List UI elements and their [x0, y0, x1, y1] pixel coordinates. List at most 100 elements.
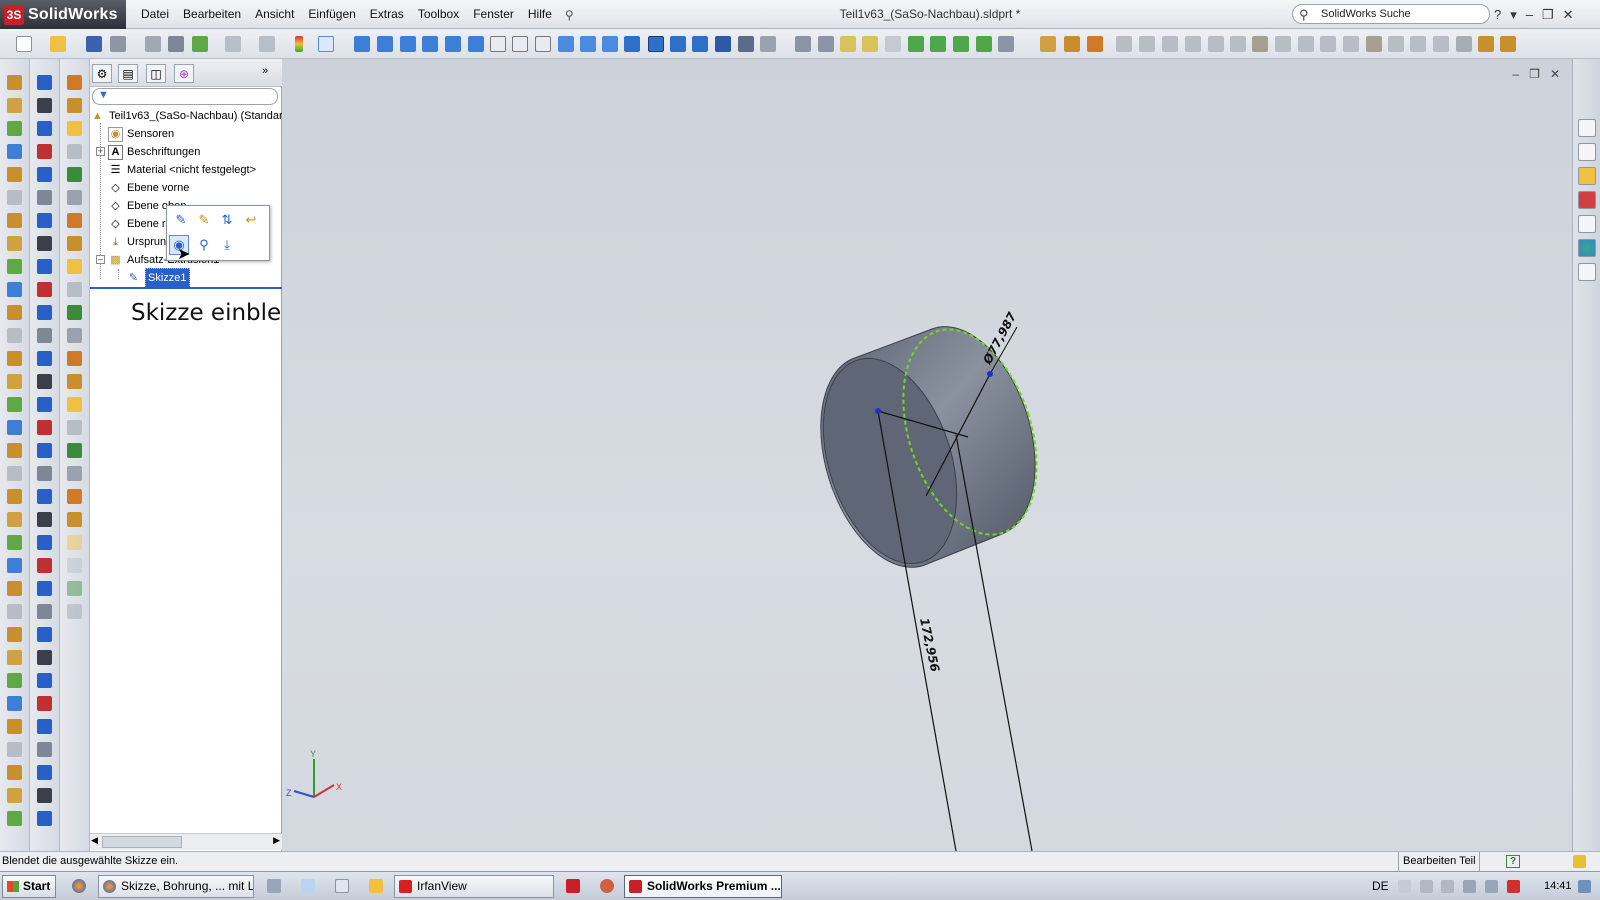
- scroll-right-icon[interactable]: ▶: [273, 835, 280, 846]
- document-icon[interactable]: [335, 879, 349, 893]
- sketch-tool-icon[interactable]: [37, 650, 52, 665]
- sketch-point[interactable]: [875, 408, 881, 414]
- utility-tool-icon[interactable]: [67, 190, 82, 205]
- tab-feature-manager[interactable]: ⚙: [92, 64, 112, 83]
- custom-properties-icon[interactable]: [1578, 263, 1596, 281]
- feature-tool-icon[interactable]: [7, 788, 22, 803]
- select-icon[interactable]: [318, 36, 334, 52]
- utility-tool-icon[interactable]: [67, 535, 82, 550]
- feature-tool-icon[interactable]: [7, 512, 22, 527]
- axes-icon[interactable]: [840, 36, 856, 52]
- sketch-tool-icon[interactable]: [37, 512, 52, 527]
- start-button[interactable]: Start: [2, 875, 56, 898]
- shell-icon[interactable]: [1185, 36, 1201, 52]
- edit-sketch-icon[interactable]: ✎: [194, 210, 214, 230]
- rebuild-status-icon[interactable]: [1573, 855, 1586, 868]
- sketch-tool-icon[interactable]: [37, 719, 52, 734]
- tray-antivirus-icon[interactable]: [1507, 880, 1520, 893]
- appearance-icon[interactable]: [715, 36, 731, 52]
- mirror-icon[interactable]: [1298, 36, 1314, 52]
- notepad-icon[interactable]: [301, 879, 315, 893]
- sketch-tool-icon[interactable]: [37, 466, 52, 481]
- menu-einfuegen[interactable]: Einfügen: [301, 0, 362, 29]
- sketch-tool-icon[interactable]: [37, 443, 52, 458]
- solidworks-resources-icon[interactable]: [1578, 119, 1596, 137]
- feature-extrude-icon[interactable]: [1040, 36, 1056, 52]
- utility-tool-icon[interactable]: [67, 121, 82, 136]
- sketch-tool-icon[interactable]: [37, 259, 52, 274]
- curves-icon[interactable]: [976, 36, 992, 52]
- utility-tool-icon[interactable]: [67, 512, 82, 527]
- tree-root[interactable]: ▲ Teil1v63_(SaSo-Nachbau) (Standard: [90, 107, 289, 125]
- close-button[interactable]: ✕: [1563, 7, 1574, 23]
- feature-tool-icon[interactable]: [7, 98, 22, 113]
- shaded-edges-icon[interactable]: [580, 36, 596, 52]
- feature-tool-icon[interactable]: [7, 236, 22, 251]
- tray-network-icon[interactable]: [1463, 880, 1476, 893]
- sketch-tool-icon[interactable]: [37, 788, 52, 803]
- sketch-tool-icon[interactable]: [37, 190, 52, 205]
- sketch-tool-icon[interactable]: [37, 420, 52, 435]
- utility-tool-icon[interactable]: [67, 282, 82, 297]
- utility-tool-icon[interactable]: [67, 581, 82, 596]
- utility-tool-icon[interactable]: [67, 213, 82, 228]
- new-document-icon[interactable]: [16, 36, 32, 52]
- annotations-toggle-icon[interactable]: [953, 36, 969, 52]
- draft-icon[interactable]: [1208, 36, 1224, 52]
- save-icon[interactable]: [86, 36, 102, 52]
- view-front-icon[interactable]: [354, 36, 370, 52]
- menu-ansicht[interactable]: Ansicht: [248, 0, 301, 29]
- shaded-icon[interactable]: [558, 36, 574, 52]
- feature-tool-icon[interactable]: [7, 742, 22, 757]
- zoom-to-selection-icon[interactable]: ⚲: [194, 235, 214, 255]
- planes-icon[interactable]: [862, 36, 878, 52]
- feature-tool-icon[interactable]: [7, 167, 22, 182]
- section-props-icon[interactable]: [1410, 36, 1426, 52]
- feature-tool-icon[interactable]: [7, 673, 22, 688]
- tray-expand-icon[interactable]: [1398, 880, 1411, 893]
- feature-tool-icon[interactable]: [7, 259, 22, 274]
- utility-tool-icon[interactable]: [67, 328, 82, 343]
- rebuild-icon[interactable]: [192, 36, 208, 52]
- feature-tool-icon[interactable]: [7, 466, 22, 481]
- sketch-tool-icon[interactable]: [37, 305, 52, 320]
- points-icon[interactable]: [885, 36, 901, 52]
- feature-tool-icon[interactable]: [7, 213, 22, 228]
- feature-tool-icon[interactable]: [7, 719, 22, 734]
- tab-property-manager[interactable]: ▤: [118, 64, 138, 83]
- view-dimetric-icon[interactable]: [535, 36, 551, 52]
- task-irfanview[interactable]: IrfanView: [394, 875, 554, 898]
- file-explorer-icon[interactable]: [1578, 167, 1596, 185]
- feature-tool-icon[interactable]: [7, 144, 22, 159]
- hole-wizard-icon[interactable]: [1252, 36, 1268, 52]
- utility-tool-icon[interactable]: [67, 466, 82, 481]
- tray-flag-icon[interactable]: [1420, 880, 1433, 893]
- undo-icon[interactable]: [225, 36, 241, 52]
- menu-toolbox[interactable]: Toolbox: [411, 0, 466, 29]
- utility-tool-icon[interactable]: [67, 489, 82, 504]
- sketch-tool-icon[interactable]: [37, 581, 52, 596]
- feature-tool-icon[interactable]: [7, 696, 22, 711]
- sketch-tool-icon[interactable]: [37, 811, 52, 826]
- feature-tool-icon[interactable]: [7, 443, 22, 458]
- appearances-icon[interactable]: [1578, 239, 1596, 257]
- expand-panel-icon[interactable]: »: [262, 65, 268, 77]
- geometry-analysis-icon[interactable]: [1456, 36, 1472, 52]
- redo-icon[interactable]: [259, 36, 275, 52]
- utility-tool-icon[interactable]: [67, 351, 82, 366]
- utility-tool-icon[interactable]: [67, 167, 82, 182]
- menu-fenster[interactable]: Fenster: [466, 0, 521, 29]
- utility-tool-icon[interactable]: [67, 420, 82, 435]
- view-back-icon[interactable]: [377, 36, 393, 52]
- tree-filter-input[interactable]: ▼: [92, 88, 278, 105]
- utility-tool-icon[interactable]: [67, 397, 82, 412]
- parent-child-icon[interactable]: ↩: [241, 210, 261, 230]
- scene-icon[interactable]: [738, 36, 754, 52]
- firefox-icon[interactable]: [72, 879, 86, 893]
- view-top-icon[interactable]: [445, 36, 461, 52]
- restore-button[interactable]: ❐: [1542, 7, 1554, 23]
- hidden-lines-icon[interactable]: [602, 36, 618, 52]
- thickness-icon[interactable]: [1478, 36, 1494, 52]
- tree-item-origin[interactable]: ⤓ Ursprung: [108, 233, 172, 251]
- menu-datei[interactable]: Datei: [134, 0, 176, 29]
